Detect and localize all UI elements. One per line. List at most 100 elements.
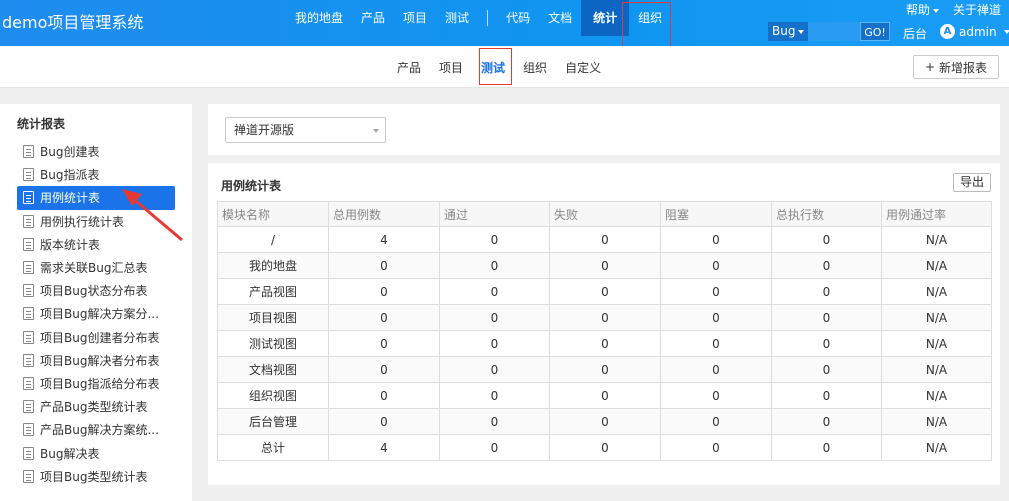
- report-list: Bug创建表 Bug指派表 用例统计表 用例执行统计表 版本统计表 需求关联Bu…: [17, 140, 175, 488]
- about-link[interactable]: 关于禅道: [953, 1, 1001, 18]
- table-cell: 0: [660, 408, 772, 435]
- table-cell: 0: [439, 278, 550, 305]
- table-cell: 4: [328, 434, 440, 461]
- report-sidebar: 统计报表 Bug创建表 Bug指派表 用例统计表 用例执行统计表 版本统计表 需…: [0, 104, 192, 501]
- user-menu[interactable]: A admin: [940, 24, 1009, 39]
- sub-nav-product[interactable]: 产品: [388, 59, 430, 76]
- main-nav-product[interactable]: 产品: [352, 0, 394, 36]
- table-cell: 0: [439, 252, 550, 279]
- report-item-label: 项目Bug解决者分布表: [40, 353, 160, 368]
- report-item[interactable]: 产品Bug类型统计表: [17, 395, 175, 418]
- search-input[interactable]: [808, 22, 860, 41]
- table-row: 总计 4 0 0 0 0 N/A: [217, 434, 992, 461]
- table-cell: 文档视图: [217, 356, 329, 383]
- report-item[interactable]: 项目Bug解决者分布表: [17, 349, 175, 372]
- new-report-label: 新增报表: [939, 60, 988, 75]
- table-cell: 0: [439, 356, 550, 383]
- table-row: 测试视图 0 0 0 0 0 N/A: [217, 330, 992, 357]
- table-cell: 0: [549, 356, 661, 383]
- document-icon: [23, 214, 34, 228]
- main-nav-my[interactable]: 我的地盘: [286, 0, 352, 36]
- report-item-label: 项目Bug状态分布表: [40, 284, 148, 299]
- table-cell: 0: [771, 252, 882, 279]
- report-item[interactable]: 项目Bug类型统计表: [17, 465, 175, 488]
- document-icon: [23, 168, 34, 182]
- table-cell: 组织视图: [217, 382, 329, 409]
- table-cell: 测试视图: [217, 330, 329, 357]
- export-button[interactable]: 导出: [953, 173, 991, 192]
- report-item-label: Bug创建表: [40, 145, 100, 160]
- report-item[interactable]: Bug指派表: [17, 163, 175, 186]
- table-cell: 0: [439, 330, 550, 357]
- table-cell: 4: [328, 226, 440, 253]
- highlight-box-sub-nav: [479, 48, 512, 85]
- sub-nav-project[interactable]: 项目: [430, 59, 472, 76]
- report-item-label: 项目Bug类型统计表: [40, 469, 148, 484]
- brand-title[interactable]: demo项目管理系统: [2, 9, 143, 33]
- help-menu[interactable]: 帮助: [906, 1, 939, 18]
- table-cell: 0: [660, 382, 772, 409]
- table-cell: 0: [328, 304, 440, 331]
- main-nav-project[interactable]: 项目: [394, 0, 436, 36]
- report-item[interactable]: 项目Bug创建者分布表: [17, 326, 175, 349]
- report-item[interactable]: Bug创建表: [17, 140, 175, 163]
- table-cell: 0: [771, 304, 882, 331]
- table-cell: 0: [771, 408, 882, 435]
- report-item-label: Bug指派表: [40, 168, 100, 183]
- table-cell: N/A: [881, 382, 992, 409]
- table-cell: N/A: [881, 304, 992, 331]
- table-cell: 0: [549, 278, 661, 305]
- filter-panel: 禅道开源版: [208, 104, 1000, 155]
- document-icon: [23, 261, 34, 275]
- search-type-select[interactable]: Bug: [768, 22, 808, 41]
- main-nav-code[interactable]: 代码: [497, 0, 539, 36]
- document-icon: [23, 191, 34, 205]
- document-icon: [23, 284, 34, 298]
- table-cell: 0: [328, 278, 440, 305]
- table-cell: 0: [549, 252, 661, 279]
- main-nav-test[interactable]: 测试: [436, 0, 478, 36]
- new-report-button[interactable]: + 新增报表: [913, 55, 999, 79]
- table-cell: 0: [771, 356, 882, 383]
- column-header: 总用例数: [328, 201, 440, 227]
- report-item-label: 版本统计表: [40, 237, 101, 252]
- table-cell: 我的地盘: [217, 252, 329, 279]
- report-item-label: 用例执行统计表: [40, 214, 125, 229]
- report-item-active[interactable]: 用例统计表: [17, 186, 175, 210]
- backstage-link[interactable]: 后台: [903, 25, 927, 42]
- table-cell: 项目视图: [217, 304, 329, 331]
- report-item[interactable]: 需求关联Bug汇总表: [17, 256, 175, 279]
- document-icon: [23, 423, 34, 437]
- report-item-label: 需求关联Bug汇总表: [40, 261, 148, 276]
- main-nav-doc[interactable]: 文档: [539, 0, 581, 36]
- report-item-label: 项目Bug指派给分布表: [40, 376, 160, 391]
- table-cell: 0: [439, 382, 550, 409]
- table-cell: N/A: [881, 278, 992, 305]
- product-select[interactable]: 禅道开源版: [225, 117, 386, 143]
- column-header: 用例通过率: [881, 201, 992, 227]
- sub-nav-org[interactable]: 组织: [514, 59, 556, 76]
- report-item[interactable]: 产品Bug解决方案统...: [17, 418, 175, 441]
- top-right-links: 帮助 关于禅道: [906, 1, 1001, 18]
- sub-nav-custom[interactable]: 自定义: [556, 59, 610, 76]
- table-cell: 0: [549, 434, 661, 461]
- table-row: 文档视图 0 0 0 0 0 N/A: [217, 356, 992, 383]
- help-label: 帮助: [905, 3, 930, 17]
- table-cell: 0: [328, 356, 440, 383]
- report-item[interactable]: 版本统计表: [17, 233, 175, 256]
- search-type-label: Bug: [772, 24, 796, 38]
- table-cell: 0: [660, 278, 772, 305]
- report-item-label: 产品Bug类型统计表: [40, 400, 148, 415]
- table-cell: 0: [439, 304, 550, 331]
- table-cell: N/A: [881, 408, 992, 435]
- table-cell: 0: [328, 382, 440, 409]
- table-cell: 0: [771, 382, 882, 409]
- report-item[interactable]: Bug解决表: [17, 441, 175, 464]
- table-cell: 0: [328, 330, 440, 357]
- document-icon: [23, 446, 34, 460]
- report-item[interactable]: 项目Bug状态分布表: [17, 279, 175, 302]
- report-item[interactable]: 用例执行统计表: [17, 210, 175, 233]
- report-item[interactable]: 项目Bug指派给分布表: [17, 372, 175, 395]
- search-go-button[interactable]: GO!: [860, 22, 890, 41]
- report-item[interactable]: 项目Bug解决方案分...: [17, 302, 175, 325]
